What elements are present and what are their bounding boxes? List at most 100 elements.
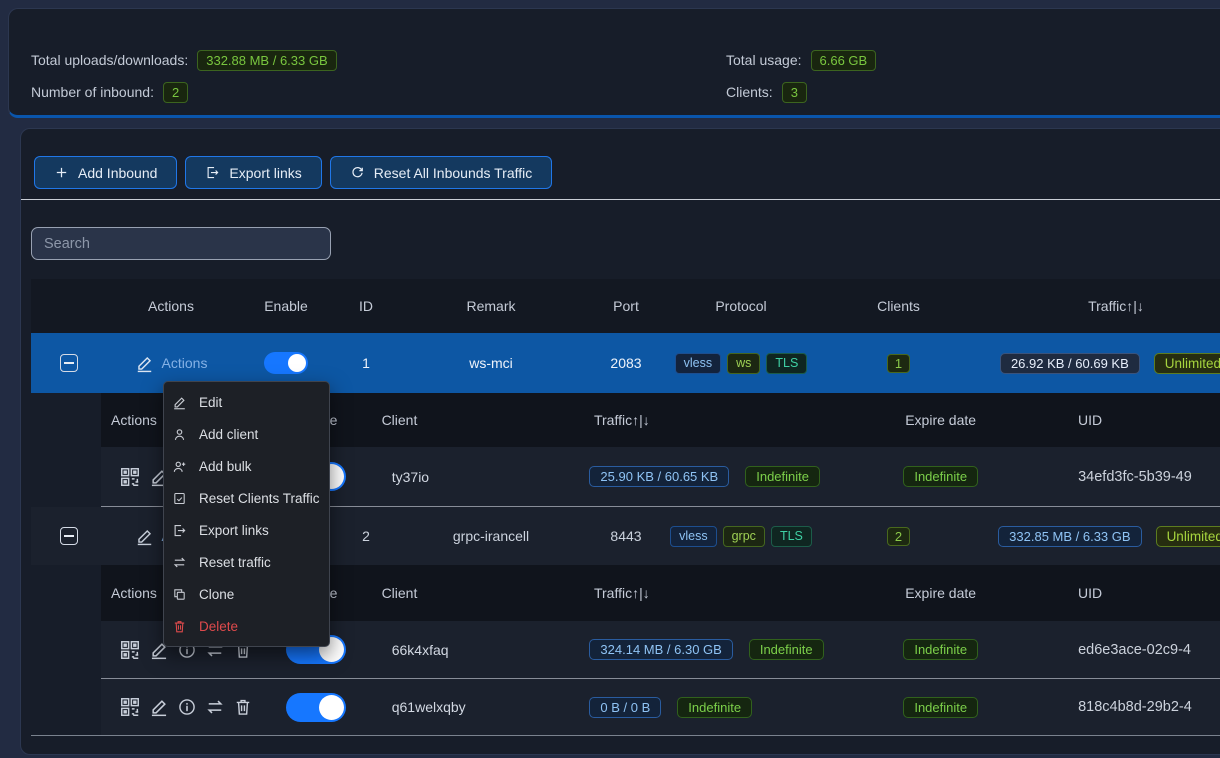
menu-item-export-links[interactable]: Export links	[164, 514, 329, 546]
header-remark: Remark	[396, 298, 586, 314]
menu-item-edit[interactable]: Edit	[164, 386, 329, 418]
qrcode-icon[interactable]	[119, 466, 141, 488]
delete-client-icon[interactable]	[233, 697, 253, 717]
menu-item-delete[interactable]: Delete	[164, 610, 329, 642]
toolbar-divider	[21, 199, 1220, 200]
menu-item-label: Add client	[199, 427, 258, 442]
sub-header-client: Client	[357, 585, 579, 601]
edit-icon	[135, 527, 154, 546]
client-expire-badge: Indefinite	[903, 639, 978, 660]
client-uid: 818c4b8d-29b2-4	[1008, 699, 1220, 715]
swap-arrows-icon	[172, 555, 187, 570]
usage-label: Total usage:	[726, 52, 802, 68]
header-clients: Clients	[816, 298, 981, 314]
collapse-row-button[interactable]	[60, 354, 78, 372]
menu-item-add-client[interactable]: Add client	[164, 418, 329, 450]
header-id: ID	[336, 298, 396, 314]
reset-traffic-icon[interactable]	[205, 697, 225, 717]
inbound-count-label: Number of inbound:	[31, 84, 154, 100]
menu-item-reset-clients-traffic[interactable]: Reset Clients Traffic	[164, 482, 329, 514]
reset-all-traffic-button[interactable]: Reset All Inbounds Traffic	[330, 156, 553, 189]
export-links-label: Export links	[229, 165, 301, 181]
menu-item-add-bulk[interactable]: Add bulk	[164, 450, 329, 482]
traffic-limit-badge: Unlimited	[1154, 353, 1220, 374]
menu-item-label: Clone	[199, 587, 234, 602]
client-total-badge: Indefinite	[749, 639, 824, 660]
header-protocol: Protocol	[666, 298, 816, 314]
row-actions-label: Actions	[162, 355, 208, 371]
qrcode-icon[interactable]	[119, 639, 141, 661]
export-icon	[172, 523, 187, 538]
client-name: ty37io	[357, 469, 580, 485]
protocol-tag: grpc	[723, 526, 765, 547]
sub-header-expire: Expire date	[873, 585, 1008, 601]
row-actions-dropdown-trigger[interactable]: Actions	[135, 354, 208, 373]
sub-header-client: Client	[357, 412, 579, 428]
edit-icon	[135, 354, 154, 373]
inbound-id: 1	[336, 355, 396, 371]
table-bottom-divider	[31, 735, 1220, 736]
trash-icon	[172, 619, 187, 634]
traffic-limit-badge: Unlimited	[1156, 526, 1220, 547]
menu-item-label: Reset traffic	[199, 555, 271, 570]
edit-client-icon[interactable]	[149, 697, 169, 717]
header-traffic-sort[interactable]: Traffic↑|↓	[981, 298, 1220, 314]
export-icon	[205, 165, 220, 180]
menu-item-label: Delete	[199, 619, 238, 634]
client-row-q61welxqby: q61welxqby 0 B / 0 B Indefinite Indefini…	[101, 679, 1220, 735]
header-actions: Actions	[106, 298, 236, 314]
uploads-label: Total uploads/downloads:	[31, 52, 188, 68]
qrcode-icon[interactable]	[119, 696, 141, 718]
collapse-row-button[interactable]	[60, 527, 78, 545]
table-header-row: Actions Enable ID Remark Port Protocol C…	[31, 279, 1220, 333]
user-add-icon	[172, 459, 187, 474]
traffic-badge: 332.85 MB / 6.33 GB	[998, 526, 1141, 547]
usage-value-badge: 6.66 GB	[811, 50, 877, 71]
sub-header-uid: UID	[1008, 585, 1220, 601]
inbound-remark: grpc-irancell	[396, 528, 586, 544]
add-inbound-button[interactable]: Add Inbound	[34, 156, 177, 189]
client-name: 66k4xfaq	[357, 642, 580, 658]
stat-uploads-downloads: Total uploads/downloads: 332.88 MB / 6.3…	[31, 49, 337, 71]
edit-icon	[172, 395, 187, 410]
export-links-button[interactable]: Export links	[185, 156, 321, 189]
protocol-tag: TLS	[771, 526, 812, 547]
clients-count-label: Clients:	[726, 84, 773, 100]
reload-icon	[350, 165, 365, 180]
client-traffic-badge: 324.14 MB / 6.30 GB	[589, 639, 732, 660]
sub-header-expire: Expire date	[873, 412, 1008, 428]
menu-item-label: Edit	[199, 395, 222, 410]
client-traffic-badge: 25.90 KB / 60.65 KB	[589, 466, 729, 487]
protocol-tag: vless	[675, 353, 721, 374]
sub-header-traffic-sort[interactable]: Traffic↑|↓	[579, 412, 873, 428]
clients-count-tag: 1	[887, 354, 910, 373]
menu-item-label: Add bulk	[199, 459, 252, 474]
search-input[interactable]	[31, 227, 331, 260]
user-icon	[172, 427, 187, 442]
document-reset-icon	[172, 491, 187, 506]
reset-all-traffic-label: Reset All Inbounds Traffic	[374, 165, 533, 181]
stat-clients-count: Clients: 3	[726, 81, 807, 103]
clone-icon	[172, 587, 187, 602]
protocol-tag: ws	[727, 353, 760, 374]
menu-item-label: Export links	[199, 523, 269, 538]
header-port: Port	[586, 298, 666, 314]
enable-toggle[interactable]	[264, 352, 308, 374]
client-expire-badge: Indefinite	[903, 466, 978, 487]
header-enable: Enable	[236, 298, 336, 314]
plus-icon	[54, 165, 69, 180]
stat-total-usage: Total usage: 6.66 GB	[726, 49, 876, 71]
client-enable-toggle[interactable]	[286, 693, 346, 722]
client-name: q61welxqby	[357, 699, 580, 715]
client-traffic-badge: 0 B / 0 B	[589, 697, 661, 718]
sub-header-uid: UID	[1008, 412, 1220, 428]
uploads-value-badge: 332.88 MB / 6.33 GB	[197, 50, 336, 71]
clients-count-badge: 3	[782, 82, 807, 103]
menu-item-reset-traffic[interactable]: Reset traffic	[164, 546, 329, 578]
menu-item-clone[interactable]: Clone	[164, 578, 329, 610]
info-icon[interactable]	[177, 697, 197, 717]
client-total-badge: Indefinite	[677, 697, 752, 718]
inbound-remark: ws-mci	[396, 355, 586, 371]
sub-header-traffic-sort[interactable]: Traffic↑|↓	[579, 585, 873, 601]
inbound-id: 2	[336, 528, 396, 544]
